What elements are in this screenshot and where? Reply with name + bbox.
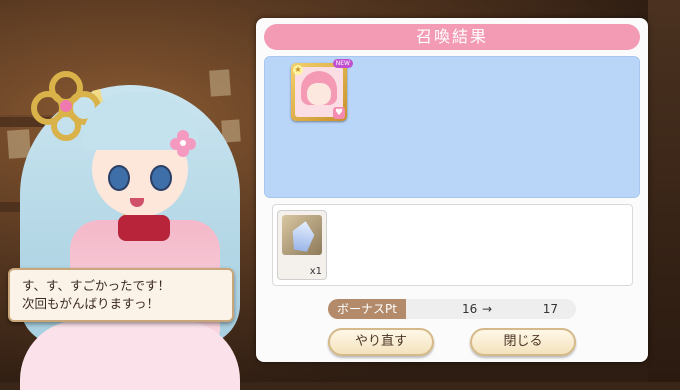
panel-title: 召喚結果 [264, 24, 640, 50]
character-bow [118, 215, 170, 241]
redo-button[interactable]: やり直す [328, 328, 434, 356]
reward-item-image [282, 215, 322, 255]
bonus-points-row: ボーナスPt 16 → 17 [328, 299, 576, 319]
hair-flower-icon [170, 130, 196, 157]
card-portrait-face [307, 83, 331, 105]
star-icon: ★ [293, 65, 303, 75]
result-character-card[interactable]: ★ NEW ♥ [291, 59, 353, 121]
bonus-arrow: → [482, 302, 493, 316]
character-illustration [0, 30, 270, 390]
dialogue-line-1: す、す、すごかったです！ [22, 278, 171, 293]
bonus-to-value: 17 [542, 302, 558, 316]
summon-results-panel: 召喚結果 ★ NEW ♥ x1 ボーナスPt 16 → 17 やり直す 閉じる [256, 18, 648, 362]
bonus-value: 16 → 17 [406, 299, 576, 319]
crystal-icon [290, 219, 317, 252]
character-skirt [20, 320, 240, 390]
reward-item-quantity: x1 [309, 266, 322, 277]
character-eye-left [108, 165, 130, 191]
dialogue-box[interactable]: す、す、すごかったです！ 次回もがんばりますっ！ [8, 268, 234, 322]
bonus-label: ボーナスPt [328, 299, 406, 319]
background-right-edge [648, 0, 680, 382]
result-card-area: ★ NEW ♥ [264, 56, 640, 198]
bonus-from-value: 16 [462, 302, 478, 316]
dialogue-line-2: 次回もがんばりますっ！ [22, 296, 160, 311]
character-eye-right [150, 165, 172, 191]
item-reward-area: x1 [272, 204, 633, 286]
close-button[interactable]: 閉じる [470, 328, 576, 356]
new-badge: NEW [332, 59, 353, 68]
heart-icon: ♥ [333, 107, 345, 119]
reward-item[interactable]: x1 [277, 210, 327, 280]
